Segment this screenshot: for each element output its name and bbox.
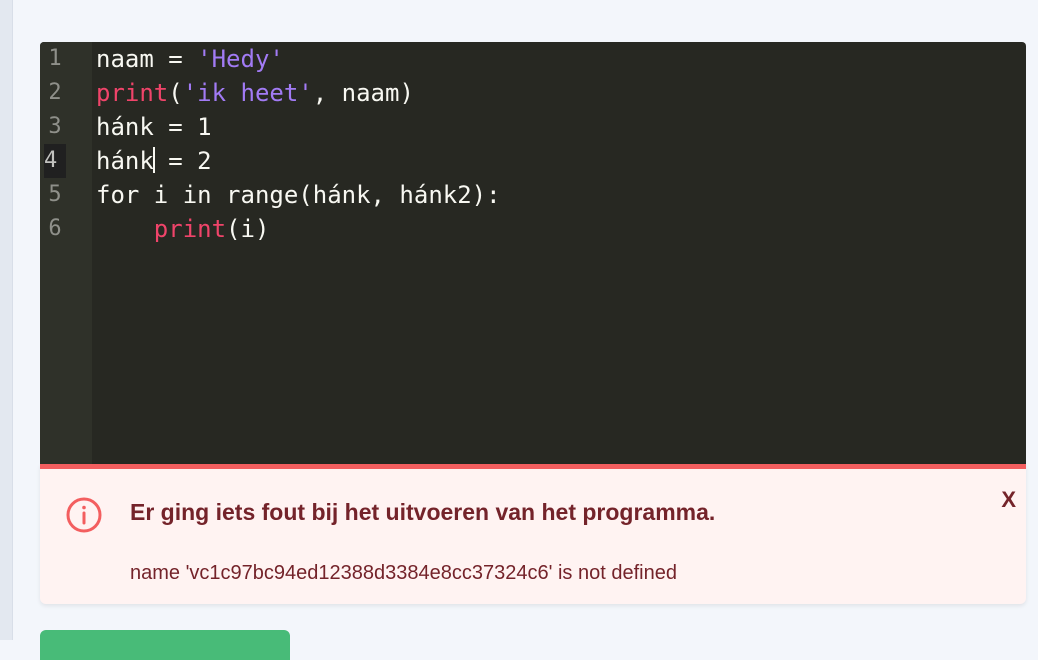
code-token: for i in range(hánk, hánk2):: [96, 181, 501, 209]
line-number: 5: [48, 182, 62, 207]
line-number: 2: [48, 80, 62, 105]
code-token: = 2: [153, 147, 212, 175]
keyword-token: print: [153, 215, 227, 243]
code-token: naam =: [96, 45, 198, 73]
code-editor[interactable]: 123456 naam = 'Hedy' print('ik heet', naa…: [40, 42, 1026, 464]
text-cursor: [152, 147, 155, 173]
alert-circle-icon: [66, 497, 102, 533]
string-token: 'Hedy': [197, 45, 284, 73]
line-number: 3: [48, 114, 62, 139]
run-program-button[interactable]: [40, 630, 290, 660]
keyword-token: print: [96, 79, 169, 107]
string-token: 'ik heet': [182, 79, 313, 107]
error-message: name 'vc1c97bc94ed12388d3384e8cc37324c6'…: [130, 562, 677, 584]
code-token: , naam): [312, 79, 414, 107]
code-line[interactable]: hánk = 2: [96, 144, 212, 178]
line-number: 1: [48, 46, 62, 71]
code-token: (i): [226, 215, 270, 243]
error-title: Er ging iets fout bij het uitvoeren van …: [130, 499, 716, 525]
error-panel: Er ging iets fout bij het uitvoeren van …: [40, 464, 1026, 604]
code-token: hánk = 1: [96, 113, 212, 141]
code-line[interactable]: print(i): [96, 212, 270, 246]
line-number: 4: [44, 144, 66, 178]
line-number: 6: [48, 216, 62, 241]
code-line[interactable]: print('ik heet', naam): [96, 76, 414, 110]
code-token: (: [168, 79, 183, 107]
code-line[interactable]: naam = 'Hedy': [96, 42, 284, 76]
left-panel-edge: [0, 0, 13, 640]
code-line[interactable]: for i in range(hánk, hánk2):: [96, 178, 501, 212]
code-token: hánk: [96, 147, 154, 175]
code-line[interactable]: hánk = 1: [96, 110, 212, 144]
close-error-button[interactable]: X: [1001, 487, 1016, 513]
